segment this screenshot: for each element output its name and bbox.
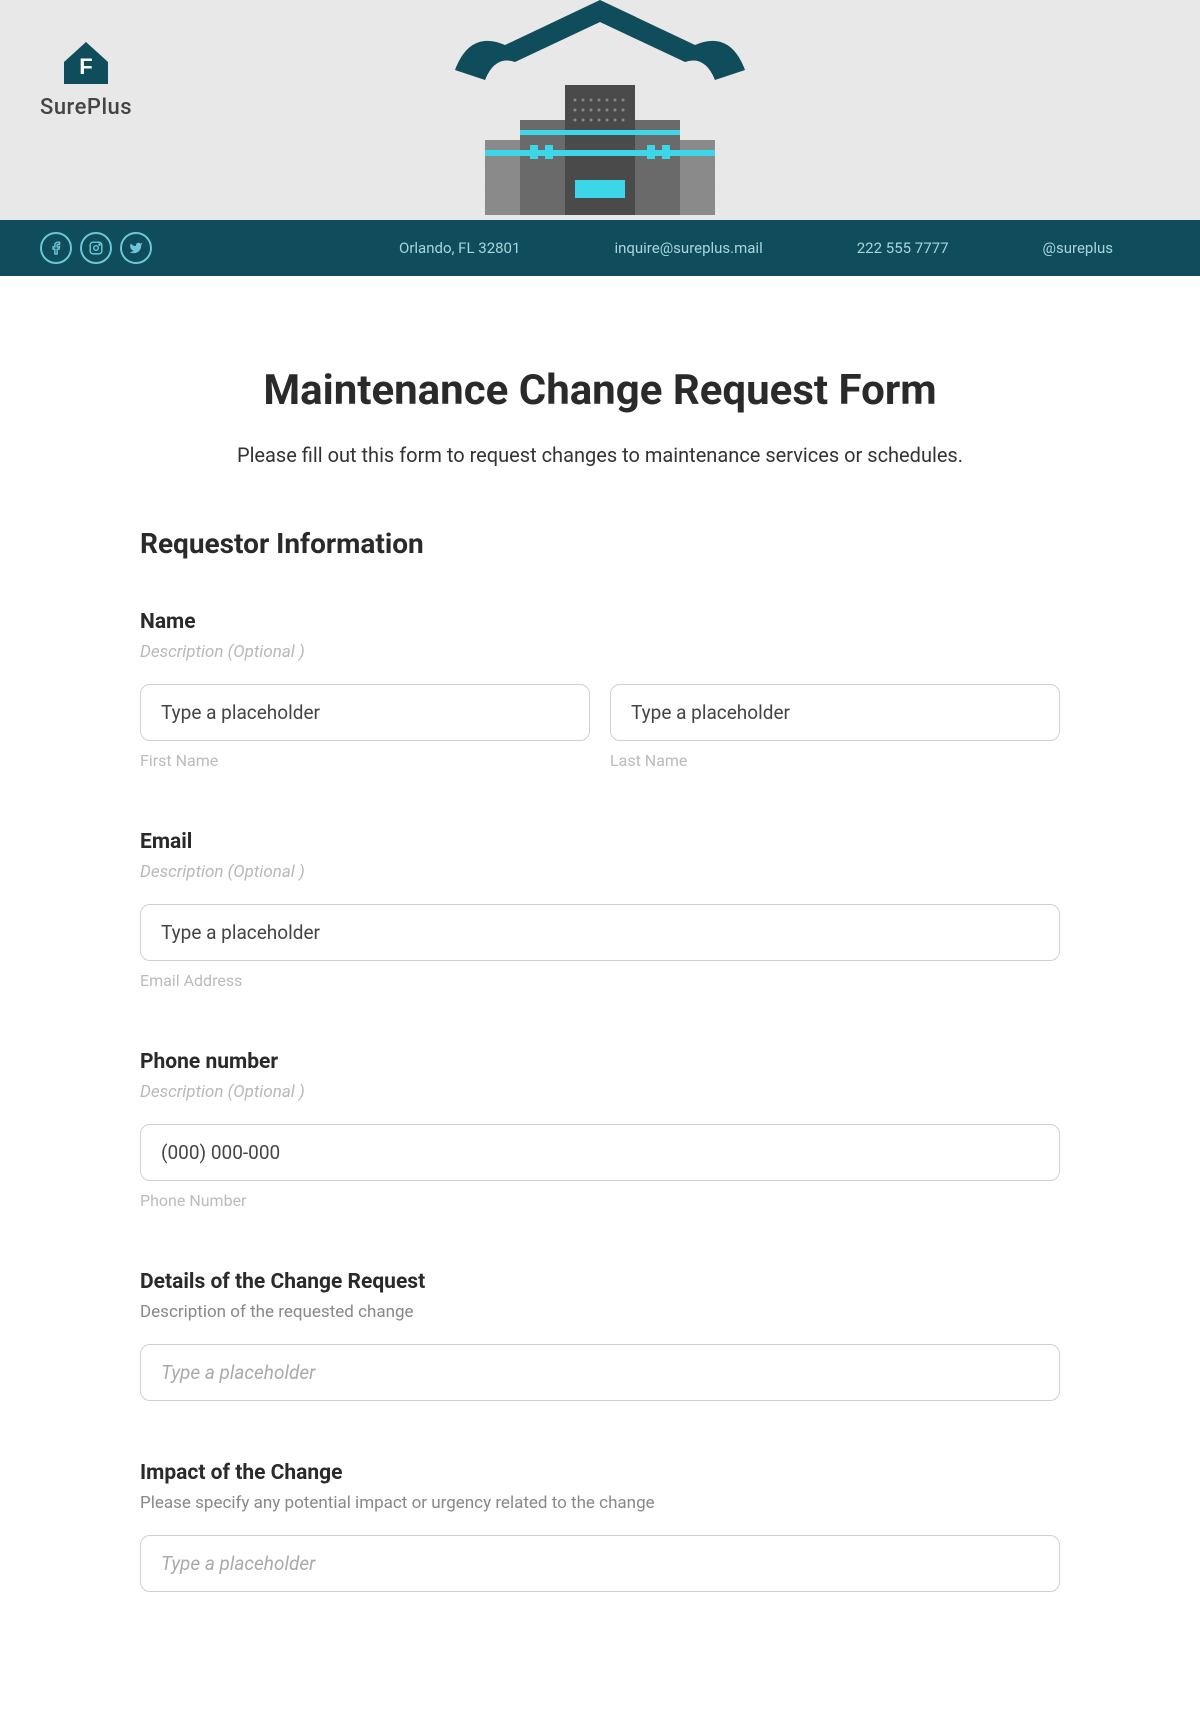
email-input[interactable] — [140, 904, 1060, 961]
email-desc: Description (Optional ) — [140, 862, 1060, 882]
form-container: Maintenance Change Request Form Please f… — [140, 276, 1060, 1712]
brand-block: F SurePlus — [40, 30, 132, 120]
details-input[interactable] — [140, 1344, 1060, 1401]
brand-name: SurePlus — [40, 95, 132, 120]
contact-handle: @sureplus — [1043, 239, 1113, 257]
contact-info-items: Orlando, FL 32801 inquire@sureplus.mail … — [352, 239, 1160, 257]
field-email: Email Description (Optional ) Email Addr… — [140, 830, 1060, 990]
phone-label: Phone number — [140, 1050, 1060, 1074]
impact-hint: Please specify any potential impact or u… — [140, 1493, 1060, 1513]
facebook-icon[interactable] — [40, 232, 72, 264]
email-sublabel: Email Address — [140, 971, 1060, 990]
brand-logo-icon: F — [56, 30, 116, 90]
phone-desc: Description (Optional ) — [140, 1082, 1060, 1102]
contact-phone: 222 555 7777 — [857, 239, 949, 257]
field-details: Details of the Change Request Descriptio… — [140, 1270, 1060, 1401]
hero-illustration — [425, 0, 775, 230]
social-links — [40, 232, 152, 264]
contact-address: Orlando, FL 32801 — [399, 239, 520, 257]
details-label: Details of the Change Request — [140, 1270, 1060, 1294]
svg-text:F: F — [79, 54, 92, 79]
section-requestor-heading: Requestor Information — [140, 527, 1060, 560]
phone-input[interactable] — [140, 1124, 1060, 1181]
phone-sublabel: Phone Number — [140, 1191, 1060, 1210]
first-name-sublabel: First Name — [140, 751, 590, 770]
form-subtitle: Please fill out this form to request cha… — [140, 443, 1060, 467]
impact-input[interactable] — [140, 1535, 1060, 1592]
form-title: Maintenance Change Request Form — [140, 366, 1060, 415]
first-name-input[interactable] — [140, 684, 590, 741]
twitter-icon[interactable] — [120, 232, 152, 264]
field-impact: Impact of the Change Please specify any … — [140, 1461, 1060, 1592]
name-desc: Description (Optional ) — [140, 642, 1060, 662]
field-name: Name Description (Optional ) First Name … — [140, 610, 1060, 770]
instagram-icon[interactable] — [80, 232, 112, 264]
field-phone: Phone number Description (Optional ) Pho… — [140, 1050, 1060, 1210]
impact-label: Impact of the Change — [140, 1461, 1060, 1485]
contact-email: inquire@sureplus.mail — [614, 239, 762, 257]
hero-banner: F SurePlus — [0, 0, 1200, 220]
last-name-input[interactable] — [610, 684, 1060, 741]
email-label: Email — [140, 830, 1060, 854]
details-hint: Description of the requested change — [140, 1302, 1060, 1322]
name-label: Name — [140, 610, 1060, 634]
last-name-sublabel: Last Name — [610, 751, 1060, 770]
